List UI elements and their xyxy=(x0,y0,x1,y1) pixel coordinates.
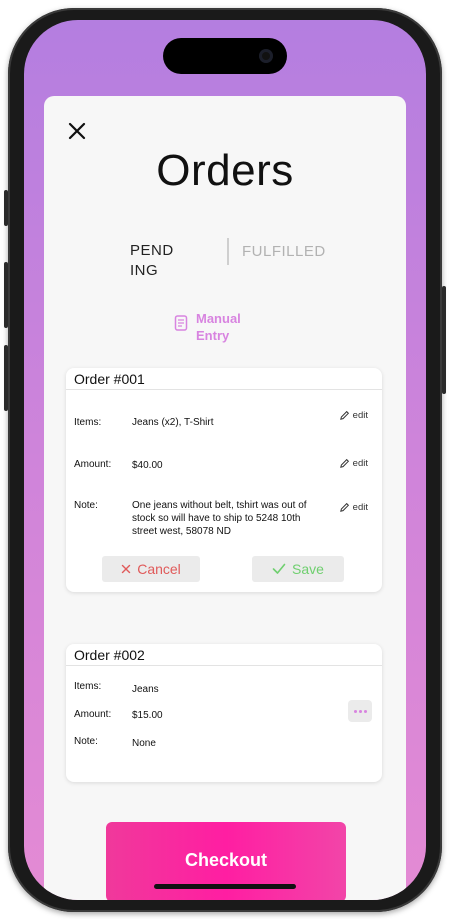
tab-fulfilled[interactable]: FULFILLED xyxy=(242,243,326,260)
edit-amount-button[interactable]: edit xyxy=(339,458,368,469)
note-label: Note: xyxy=(74,736,98,747)
cancel-button[interactable]: Cancel xyxy=(102,556,200,582)
save-button[interactable]: Save xyxy=(252,556,344,582)
page-title: Orders xyxy=(156,146,294,195)
order-title: Order #001 xyxy=(66,368,382,390)
items-label: Items: xyxy=(74,681,102,692)
save-label: Save xyxy=(292,561,324,577)
note-label: Note: xyxy=(74,500,98,511)
more-dot-icon xyxy=(358,709,362,713)
tab-pending[interactable]: PEND ING xyxy=(130,241,190,281)
manual-entry-label: Manual Entry xyxy=(196,311,241,343)
pencil-icon xyxy=(339,458,349,468)
close-icon xyxy=(122,564,131,574)
close-button[interactable] xyxy=(66,120,88,142)
edit-label: edit xyxy=(352,502,368,513)
volume-down-button xyxy=(4,345,8,411)
amount-value: $15.00 xyxy=(132,710,163,721)
camera-icon xyxy=(259,49,273,63)
amount-label: Amount: xyxy=(74,459,112,470)
close-icon xyxy=(68,122,86,140)
edit-label: edit xyxy=(352,458,368,469)
phone-screen: Orders PEND ING FULFILLED Manual Entry O… xyxy=(24,20,426,900)
manual-entry-button[interactable]: Manual Entry xyxy=(174,310,256,344)
edit-items-button[interactable]: edit xyxy=(339,410,368,421)
order-card-001: Order #001 Items: Jeans (x2), T-Shirt ed… xyxy=(66,368,382,592)
edit-note-button[interactable]: edit xyxy=(339,502,368,513)
order-title: Order #002 xyxy=(66,644,382,666)
home-indicator xyxy=(154,884,296,889)
cancel-label: Cancel xyxy=(137,561,181,577)
more-dot-icon xyxy=(363,709,367,713)
volume-up-button xyxy=(4,262,8,328)
amount-value: $40.00 xyxy=(132,460,163,471)
dynamic-island xyxy=(163,38,287,74)
pencil-icon xyxy=(339,410,349,420)
more-options-button[interactable] xyxy=(348,700,372,722)
note-value: One jeans without belt, tshirt was out o… xyxy=(132,500,307,537)
document-icon xyxy=(174,315,188,331)
order-card-002: Order #002 Items: Jeans Amount: $15.00 N… xyxy=(66,644,382,782)
tab-divider xyxy=(227,238,229,265)
action-button xyxy=(4,190,8,226)
more-dot-icon xyxy=(353,709,357,713)
pencil-icon xyxy=(339,502,349,512)
note-value: None xyxy=(132,738,156,749)
power-button xyxy=(442,286,446,394)
items-value: Jeans xyxy=(132,684,159,695)
orders-panel: Orders PEND ING FULFILLED Manual Entry O… xyxy=(44,96,406,900)
items-value: Jeans (x2), T-Shirt xyxy=(132,417,214,428)
amount-label: Amount: xyxy=(74,709,112,720)
items-label: Items: xyxy=(74,417,102,428)
checkmark-icon xyxy=(272,563,286,574)
edit-label: edit xyxy=(352,410,368,421)
